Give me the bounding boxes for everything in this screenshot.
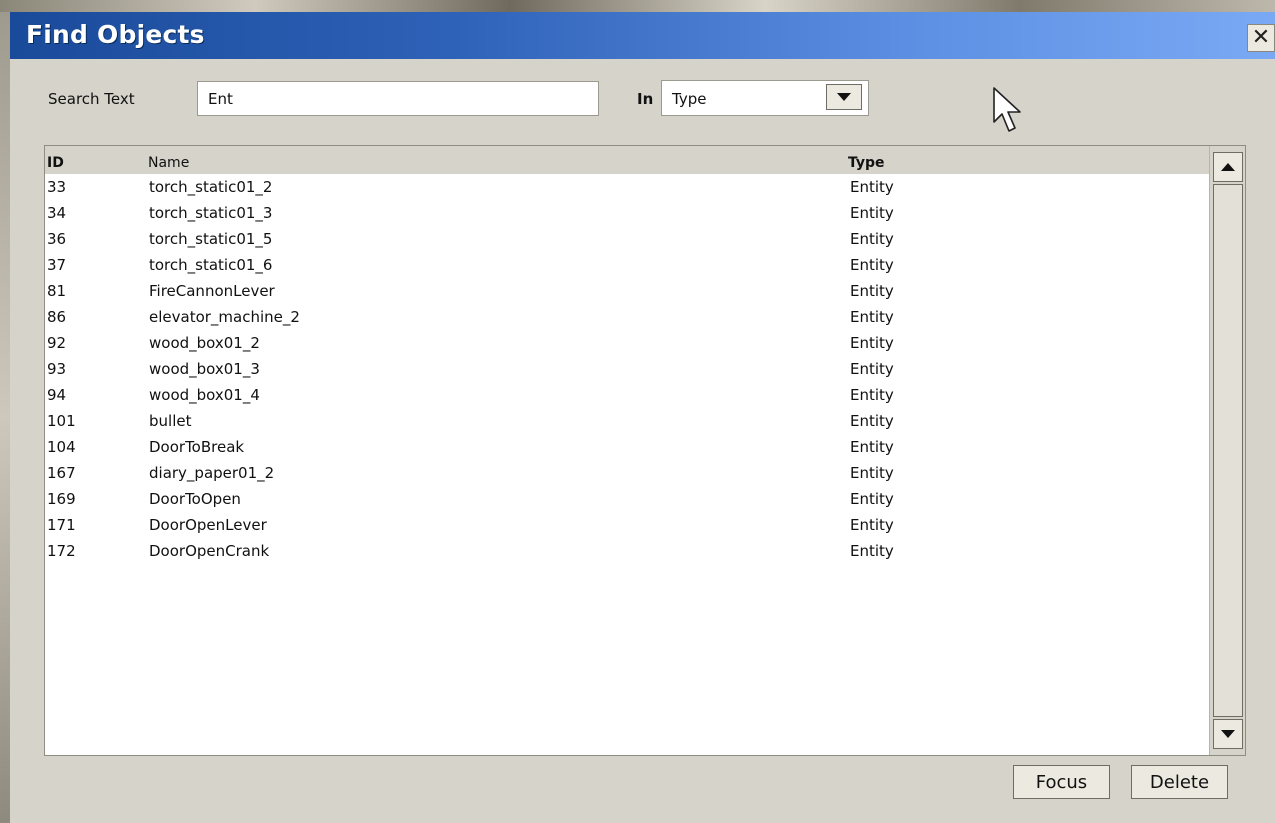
table-row[interactable]: 169 DoorToOpen Entity: [45, 486, 1210, 512]
table-row[interactable]: 167 diary_paper01_2 Entity: [45, 460, 1210, 486]
cell-id: 36: [47, 230, 67, 248]
arrow-down-icon: [1221, 730, 1235, 738]
cell-type: Entity: [850, 490, 894, 508]
list-rows: 33 torch_static01_2 Entity 34 torch_stat…: [45, 174, 1210, 564]
cell-type: Entity: [850, 438, 894, 456]
cell-id: 171: [47, 516, 76, 534]
cell-id: 34: [47, 204, 67, 222]
cell-name: wood_box01_3: [149, 360, 260, 378]
vertical-scrollbar[interactable]: [1209, 146, 1245, 755]
cell-type: Entity: [850, 204, 894, 222]
search-input[interactable]: [197, 81, 599, 116]
cell-type: Entity: [850, 178, 894, 196]
cell-id: 33: [47, 178, 67, 196]
scroll-down-button[interactable]: [1213, 719, 1243, 749]
table-row[interactable]: 33 torch_static01_2 Entity: [45, 174, 1210, 200]
cell-name: torch_static01_5: [149, 230, 273, 248]
window-title: Find Objects: [26, 20, 205, 49]
cell-name: torch_static01_6: [149, 256, 273, 274]
search-field-select[interactable]: Type: [661, 80, 869, 116]
list-header: ID Name Type: [45, 146, 1210, 174]
results-list[interactable]: ID Name Type 33 torch_static01_2 Entity …: [44, 145, 1246, 756]
table-row[interactable]: 104 DoorToBreak Entity: [45, 434, 1210, 460]
table-row[interactable]: 101 bullet Entity: [45, 408, 1210, 434]
cell-id: 101: [47, 412, 76, 430]
cell-name: DoorOpenLever: [149, 516, 267, 534]
table-row[interactable]: 172 DoorOpenCrank Entity: [45, 538, 1210, 564]
search-text-label: Search Text: [48, 90, 135, 108]
table-row[interactable]: 93 wood_box01_3 Entity: [45, 356, 1210, 382]
column-header-name[interactable]: Name: [148, 155, 189, 171]
cell-id: 93: [47, 360, 67, 378]
cell-name: bullet: [149, 412, 192, 430]
background-strip: [0, 0, 1275, 12]
cell-type: Entity: [850, 516, 894, 534]
cell-type: Entity: [850, 464, 894, 482]
cell-name: FireCannonLever: [149, 282, 275, 300]
table-row[interactable]: 34 torch_static01_3 Entity: [45, 200, 1210, 226]
table-row[interactable]: 171 DoorOpenLever Entity: [45, 512, 1210, 538]
cell-name: DoorToBreak: [149, 438, 245, 456]
table-row[interactable]: 94 wood_box01_4 Entity: [45, 382, 1210, 408]
search-field-value: Type: [672, 90, 707, 108]
table-row[interactable]: 86 elevator_machine_2 Entity: [45, 304, 1210, 330]
cell-id: 167: [47, 464, 76, 482]
cell-type: Entity: [850, 412, 894, 430]
arrow-up-icon: [1221, 163, 1235, 171]
column-header-id[interactable]: ID: [47, 155, 64, 171]
cell-name: DoorOpenCrank: [149, 542, 270, 560]
table-row[interactable]: 92 wood_box01_2 Entity: [45, 330, 1210, 356]
cell-type: Entity: [850, 334, 894, 352]
cell-id: 104: [47, 438, 76, 456]
table-row[interactable]: 81 FireCannonLever Entity: [45, 278, 1210, 304]
find-objects-dialog: Find Objects ✕ Search Text In Type ID Na…: [10, 12, 1275, 823]
close-button[interactable]: ✕: [1247, 24, 1275, 52]
cell-type: Entity: [850, 360, 894, 378]
cell-name: wood_box01_4: [149, 386, 260, 404]
title-bar[interactable]: Find Objects ✕: [10, 12, 1275, 59]
table-row[interactable]: 37 torch_static01_6 Entity: [45, 252, 1210, 278]
cell-name: diary_paper01_2: [149, 464, 275, 482]
delete-button[interactable]: Delete: [1131, 765, 1228, 799]
cell-id: 86: [47, 308, 67, 326]
cell-type: Entity: [850, 542, 894, 560]
cell-name: elevator_machine_2: [149, 308, 300, 326]
cell-name: torch_static01_2: [149, 178, 273, 196]
scroll-up-button[interactable]: [1213, 152, 1243, 182]
cell-type: Entity: [850, 308, 894, 326]
scroll-track[interactable]: [1213, 184, 1243, 717]
search-in-label: In: [637, 90, 654, 108]
background-edge: [0, 12, 10, 823]
focus-button[interactable]: Focus: [1013, 765, 1110, 799]
cell-id: 169: [47, 490, 76, 508]
cell-type: Entity: [850, 256, 894, 274]
cell-name: torch_static01_3: [149, 204, 273, 222]
dropdown-button[interactable]: [826, 84, 862, 110]
column-header-type[interactable]: Type: [848, 155, 885, 171]
cell-id: 81: [47, 282, 67, 300]
chevron-down-icon: [837, 93, 851, 101]
close-icon: ✕: [1251, 25, 1271, 50]
cell-id: 94: [47, 386, 67, 404]
cell-name: DoorToOpen: [149, 490, 241, 508]
cell-id: 172: [47, 542, 76, 560]
table-row[interactable]: 36 torch_static01_5 Entity: [45, 226, 1210, 252]
cell-type: Entity: [850, 386, 894, 404]
mouse-pointer-icon: [993, 87, 1021, 132]
cell-type: Entity: [850, 282, 894, 300]
cell-type: Entity: [850, 230, 894, 248]
cell-name: wood_box01_2: [149, 334, 260, 352]
cell-id: 92: [47, 334, 67, 352]
cell-id: 37: [47, 256, 67, 274]
